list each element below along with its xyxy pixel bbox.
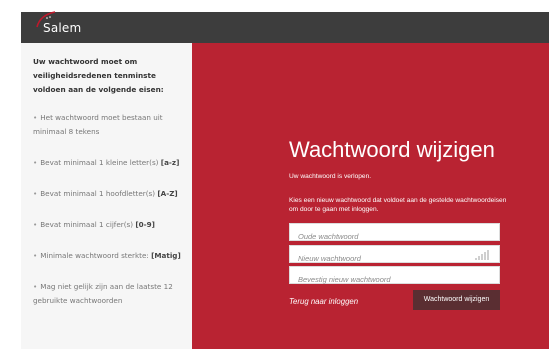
bullet-icon: •: [33, 189, 38, 198]
password-strength-icon: [475, 250, 493, 260]
expired-message: Uw wachtwoord is verlopen.: [289, 173, 372, 180]
change-password-panel: Wachtwoord wijzigen Uw wachtwoord is ver…: [192, 43, 549, 349]
requirement-text: Minimale wachtwoord sterkte:: [40, 251, 152, 260]
instructions-text: Kies een nieuw wachtwoord dat voldoet aa…: [289, 197, 507, 213]
requirement-item: • Mag niet gelijk zijn aan de laatste 12 …: [33, 280, 189, 308]
bullet-icon: •: [33, 220, 38, 229]
page-title: Wachtwoord wijzigen: [289, 137, 495, 162]
requirement-text: Het wachtwoord moet bestaan uit minimaal…: [33, 113, 163, 136]
confirm-password-input[interactable]: [290, 271, 499, 288]
requirement-emphasis: [Matig]: [151, 251, 181, 260]
logo-text: Salem: [43, 21, 82, 35]
bullet-icon: •: [33, 113, 38, 122]
salem-logo: Salem: [36, 11, 82, 38]
old-password-field: [289, 223, 500, 245]
new-password-input[interactable]: [290, 250, 499, 267]
requirements-heading: Uw wachtwoord moet om veiligheidsredenen…: [33, 57, 164, 94]
requirement-text: Bevat minimaal 1 kleine letter(s): [40, 158, 161, 167]
requirement-item: • Bevat minimaal 1 cijfer(s) [0-9]: [33, 218, 189, 232]
back-to-login-link[interactable]: Terug naar inloggen: [289, 297, 358, 306]
change-password-button[interactable]: Wachtwoord wijzigen: [413, 290, 500, 310]
requirement-emphasis: [a-z]: [160, 158, 180, 167]
requirement-item: • Minimale wachtwoord sterkte: [Matig]: [33, 249, 189, 263]
requirements-list: • Het wachtwoord moet bestaan uit minimaa…: [33, 111, 182, 308]
new-password-field: [289, 245, 500, 267]
requirement-text: Mag niet gelijk zijn aan de laatste 12 g…: [33, 282, 173, 305]
requirement-item: • Bevat minimaal 1 kleine letter(s) [a-z]: [33, 156, 189, 170]
password-requirements-sidebar: Uw wachtwoord moet om veiligheidsredenen…: [21, 43, 192, 349]
requirement-item: • Het wachtwoord moet bestaan uit minimaa…: [33, 111, 189, 139]
top-bar: Salem: [21, 11, 549, 43]
requirement-text: Bevat minimaal 1 cijfer(s): [40, 220, 136, 229]
bullet-icon: •: [33, 158, 38, 167]
requirement-emphasis: [A-Z]: [157, 189, 178, 198]
requirement-emphasis: [0-9]: [135, 220, 155, 229]
bullet-icon: •: [33, 282, 38, 291]
old-password-input[interactable]: [290, 228, 499, 245]
confirm-password-field: [289, 266, 500, 288]
bullet-icon: •: [33, 251, 38, 260]
requirement-item: • Bevat minimaal 1 hoofdletter(s) [A-Z]: [33, 187, 189, 201]
requirement-text: Bevat minimaal 1 hoofdletter(s): [40, 189, 158, 198]
